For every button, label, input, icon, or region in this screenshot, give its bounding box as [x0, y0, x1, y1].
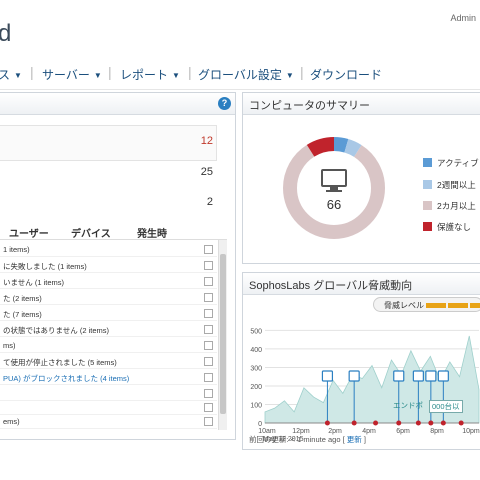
summary-count-high[interactable]: 12: [201, 135, 213, 147]
event-dot[interactable]: [458, 420, 464, 426]
legend-item-unprotected[interactable]: 保護なし: [423, 221, 471, 233]
chevron-down-icon: ▼: [93, 71, 102, 81]
x-tick-label: 6pm: [396, 428, 410, 435]
event-dot[interactable]: [415, 420, 421, 426]
row-checkbox[interactable]: [204, 325, 213, 334]
nav-separator: |: [108, 64, 112, 80]
alert-row[interactable]: 1 items): [0, 242, 217, 257]
event-dot[interactable]: [440, 420, 446, 426]
nav-item-global-settings[interactable]: グローバル設定 ▼: [198, 66, 294, 83]
last-updated-text: 前回の更新: < 1 minute ago [ 更新 ]: [249, 435, 366, 444]
alert-row[interactable]: いません (1 items): [0, 274, 217, 289]
computer-summary-title: コンピュータのサマリー: [243, 93, 480, 115]
alerts-panel-header: [0, 93, 235, 115]
summary-count-medium[interactable]: 25: [201, 166, 213, 178]
alerts-summary-highlight: [0, 125, 217, 161]
event-dot[interactable]: [351, 420, 357, 426]
event-marker-icon[interactable]: [348, 370, 360, 382]
alerts-scrollbar[interactable]: [218, 240, 227, 430]
donut-center-value[interactable]: 66: [319, 197, 349, 212]
threat-level-segment: [448, 303, 468, 308]
threat-area-chart: 010020030040050010amMay 12 201512pm 2pm 4p…: [250, 328, 480, 443]
alert-row[interactable]: ms): [0, 338, 217, 353]
y-tick-label: 100: [250, 402, 262, 409]
x-tick-label: 10pm: [462, 428, 480, 435]
chevron-down-icon: ▼: [285, 71, 294, 81]
main-navbar: ス ▼ | サーバー ▼ | レポート ▼ | グローバル設定 ▼ | ダウンロード: [0, 58, 480, 90]
row-checkbox[interactable]: [204, 403, 213, 412]
chart-annotation-endpoint: エンドポ: [393, 401, 423, 410]
nav-separator: |: [30, 64, 34, 80]
nav-separator: |: [300, 64, 304, 80]
row-checkbox[interactable]: [204, 417, 213, 426]
alert-row[interactable]: の状態ではありません (2 items): [0, 322, 217, 337]
y-tick-label: 0: [258, 421, 262, 428]
alert-row[interactable]: [0, 400, 217, 415]
event-dot[interactable]: [428, 420, 434, 426]
legend-swatch: [423, 201, 432, 210]
row-checkbox[interactable]: [204, 277, 213, 286]
legend-swatch: [423, 222, 432, 231]
alert-row[interactable]: PUA) がブロックされました (4 items): [0, 370, 217, 385]
threat-trends-panel: SophosLabs グローバル脅威動向 脅威レベル 0 100 200 300 400…: [242, 272, 480, 450]
nav-item-reports[interactable]: レポート ▼: [120, 66, 180, 83]
alert-row[interactable]: [0, 386, 217, 401]
row-checkbox[interactable]: [204, 373, 213, 382]
threat-level-segment: [470, 303, 480, 308]
threat-level-indicator: 脅威レベル: [373, 297, 480, 312]
alert-row[interactable]: た (7 items): [0, 306, 217, 321]
row-checkbox[interactable]: [204, 357, 213, 366]
row-checkbox[interactable]: [204, 261, 213, 270]
event-marker-icon[interactable]: [437, 370, 449, 382]
column-header-time[interactable]: 発生時: [137, 225, 167, 240]
alert-row[interactable]: て使用が停止されました (5 items): [0, 354, 217, 369]
chevron-down-icon: ▼: [172, 71, 180, 81]
column-header-device[interactable]: デバイス: [71, 225, 111, 240]
row-checkbox[interactable]: [204, 309, 213, 318]
computer-summary-panel: コンピュータのサマリー 66 アクティブ 2週間以上 2カ月以上 保護なし: [242, 92, 480, 264]
event-dot[interactable]: [373, 420, 379, 426]
event-dot[interactable]: [396, 420, 402, 426]
chart-annotation-count: 000台以: [429, 400, 463, 413]
threat-level-segment: [426, 303, 446, 308]
y-tick-label: 300: [250, 365, 262, 372]
event-marker-icon[interactable]: [393, 370, 405, 382]
y-tick-label: 400: [250, 347, 262, 354]
nav-item-downloads[interactable]: ダウンロード: [310, 66, 382, 83]
chevron-down-icon: ▼: [14, 71, 22, 81]
computer-icon: [321, 169, 347, 192]
event-marker-icon[interactable]: [425, 370, 437, 382]
legend-swatch: [423, 180, 432, 189]
alert-row[interactable]: に失敗しました (1 items): [0, 258, 217, 273]
x-tick-label: 8pm: [430, 428, 444, 435]
admin-link[interactable]: Admin: [450, 13, 476, 23]
alerts-panel: ? 12 25 2 ユーザー デバイス 発生時 1 items) に失敗しました…: [0, 92, 236, 440]
row-checkbox[interactable]: [204, 293, 213, 302]
alerts-table: 1 items) に失敗しました (1 items) いません (1 items…: [0, 239, 227, 430]
row-checkbox[interactable]: [204, 341, 213, 350]
legend-item-active[interactable]: アクティブ: [423, 157, 479, 169]
threat-trends-title: SophosLabs グローバル脅威動向: [243, 273, 480, 295]
alert-row[interactable]: ems): [0, 414, 217, 429]
nav-item-servers[interactable]: サーバー ▼: [42, 66, 102, 83]
refresh-link[interactable]: 更新: [347, 435, 362, 444]
nav-item-devices[interactable]: ス ▼: [0, 66, 22, 83]
row-checkbox[interactable]: [204, 389, 213, 398]
nav-separator: |: [188, 64, 192, 80]
legend-item-two-months[interactable]: 2カ月以上: [423, 200, 476, 212]
legend-swatch: [423, 158, 432, 167]
alert-row[interactable]: た (2 items): [0, 290, 217, 305]
help-icon[interactable]: ?: [218, 97, 231, 110]
legend-item-two-weeks[interactable]: 2週間以上: [423, 179, 476, 191]
app-title: d: [0, 20, 12, 47]
y-tick-label: 200: [250, 384, 262, 391]
event-marker-icon[interactable]: [412, 370, 424, 382]
row-checkbox[interactable]: [204, 245, 213, 254]
column-header-user[interactable]: ユーザー: [9, 225, 49, 240]
summary-count-low[interactable]: 2: [207, 196, 213, 208]
event-marker-icon[interactable]: [321, 370, 334, 382]
y-tick-label: 500: [250, 328, 262, 335]
event-dot[interactable]: [324, 420, 330, 426]
scrollbar-thumb[interactable]: [220, 254, 226, 414]
